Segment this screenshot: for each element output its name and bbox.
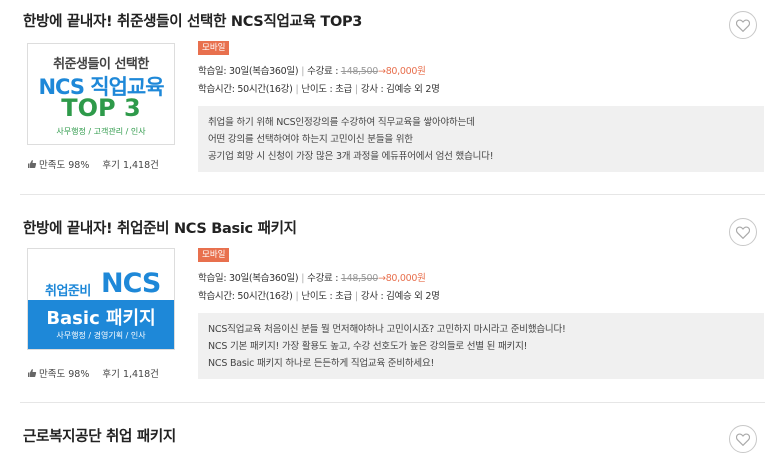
heart-icon	[736, 226, 750, 239]
thumb-highlight: Basic 패키지	[46, 308, 156, 329]
fee-label: 수강료	[307, 66, 333, 77]
thumb-tags: 사무행정 / 경영기획 / 인사	[56, 331, 146, 340]
course-meta-row-1: 학습일: 30일(복습360일) | 수강료 : 148,500→80,000원	[198, 66, 426, 77]
desc-line: 취업을 하기 위해 NCS인정강의를 수강하여 직무교육을 쌓아야하는데	[208, 117, 475, 128]
level: 초급	[335, 84, 352, 95]
favorite-button[interactable]	[729, 218, 757, 246]
satisfaction-label: 만족도	[39, 160, 66, 171]
course-meta-row-2: 학습시간: 50시간(16강) | 난이도 : 초급 | 강사 : 김예승 외 2명	[198, 291, 440, 302]
desc-line: 어떤 강의를 선택하여야 하는지 고민이신 분들을 위한	[208, 134, 413, 145]
divider	[20, 194, 765, 195]
thumbs-up-icon	[28, 369, 37, 377]
thumb-headline: NCS	[101, 268, 161, 299]
desc-line: NCS직업교육 처음이신 분들 뭘 먼저해야하나 고민이시죠? 고민하지 마시라…	[208, 324, 566, 335]
course-thumbnail[interactable]: 취업준비 NCS Basic 패키지 사무행정 / 경영기획 / 인사	[27, 248, 175, 350]
teacher: 김예승 외 2명	[386, 291, 440, 302]
study-time: 50시간(16강)	[237, 84, 293, 95]
heart-icon	[736, 433, 750, 446]
level: 초급	[335, 291, 352, 302]
review-label: 후기	[102, 160, 120, 171]
teacher-label: 강사	[360, 84, 378, 95]
desc-line: NCS 기본 패키지! 가장 활용도 높고, 수강 선호도가 높은 강의들로 선…	[208, 341, 528, 352]
course-stats: 만족도 98% 후기 1,418건	[27, 366, 159, 380]
fee-sale: 80,000원	[385, 273, 426, 284]
satisfaction-label: 만족도	[39, 369, 66, 380]
favorite-button[interactable]	[729, 11, 757, 39]
level-label: 난이도	[301, 84, 327, 95]
course-title[interactable]: 근로복지공단 취업 패키지	[23, 425, 176, 446]
course-thumbnail[interactable]: 취준생들이 선택한 NCS 직업교육 TOP 3 사무행정 / 고객관리 / 인…	[27, 43, 175, 145]
thumb-highlight: TOP 3	[61, 94, 141, 122]
course-description: NCS직업교육 처음이신 분들 뭘 먼저해야하나 고민이시죠? 고민하지 마시라…	[198, 313, 764, 379]
mobile-badge: 모바일	[198, 41, 230, 55]
course-meta-row-2: 학습시간: 50시간(16강) | 난이도 : 초급 | 강사 : 김예승 외 2명	[198, 84, 440, 95]
teacher-label: 강사	[360, 291, 378, 302]
desc-line: NCS Basic 패키지 하나로 든든하게 직업교육 준비하세요!	[208, 358, 435, 369]
fee-original: 148,500	[340, 66, 379, 77]
teacher: 김예승 외 2명	[386, 84, 440, 95]
thumb-tags: 사무행정 / 고객관리 / 인사	[56, 127, 146, 136]
thumbs-up-icon	[28, 160, 37, 168]
review-count[interactable]: 1,418건	[123, 160, 159, 171]
study-time: 50시간(16강)	[237, 291, 293, 302]
course-title[interactable]: 한방에 끝내자! 취업준비 NCS Basic 패키지	[23, 217, 297, 238]
study-days: 30일(복습360일)	[228, 66, 299, 77]
thumb-banner: Basic 패키지 사무행정 / 경영기획 / 인사	[28, 300, 174, 349]
desc-line: 공기업 희망 시 신청이 가장 많은 3개 과정을 에듀퓨어에서 엄선 했습니다…	[208, 151, 494, 162]
fee-arrow: →	[378, 66, 386, 77]
heart-icon	[736, 19, 750, 32]
satisfaction-value: 98%	[68, 160, 90, 171]
study-days: 30일(복습360일)	[228, 273, 299, 284]
time-label: 학습시간	[198, 291, 232, 302]
time-label: 학습시간	[198, 84, 232, 95]
level-label: 난이도	[301, 291, 327, 302]
satisfaction-value: 98%	[68, 369, 90, 380]
study-days-label: 학습일	[198, 66, 224, 77]
course-title[interactable]: 한방에 끝내자! 취준생들이 선택한 NCS직업교육 TOP3	[23, 10, 362, 31]
favorite-button[interactable]	[729, 425, 757, 453]
divider	[20, 402, 765, 403]
fee-sale: 80,000원	[385, 66, 426, 77]
study-days-label: 학습일	[198, 273, 224, 284]
thumb-subtitle: 취준생들이 선택한	[53, 57, 149, 72]
course-stats: 만족도 98% 후기 1,418건	[27, 157, 159, 171]
thumb-subtitle: 취업준비	[45, 284, 91, 299]
fee-arrow: →	[378, 273, 386, 284]
fee-label: 수강료	[307, 273, 333, 284]
mobile-badge: 모바일	[198, 248, 230, 262]
course-meta-row-1: 학습일: 30일(복습360일) | 수강료 : 148,500→80,000원	[198, 273, 426, 284]
fee-original: 148,500	[340, 273, 379, 284]
review-label: 후기	[102, 369, 120, 380]
review-count[interactable]: 1,418건	[123, 369, 159, 380]
course-description: 취업을 하기 위해 NCS인정강의를 수강하여 직무교육을 쌓아야하는데 어떤 …	[198, 106, 764, 172]
